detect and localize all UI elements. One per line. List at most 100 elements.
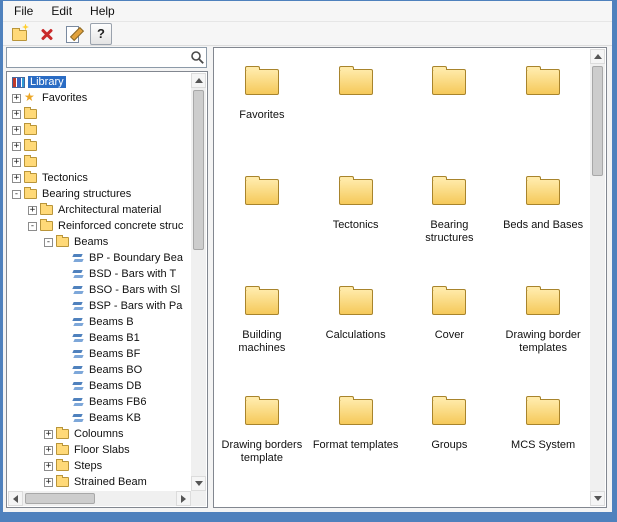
tree-vertical-scrollbar[interactable]: [191, 73, 206, 491]
folder-content-panel: Favorites Tectonics Bearing structures B…: [213, 47, 607, 508]
tree-item-floor-slabs[interactable]: + Floor Slabs: [8, 442, 191, 458]
scrollbar-thumb[interactable]: [193, 90, 204, 250]
grid-item-beds-and-bases[interactable]: Beds and Bases: [496, 171, 590, 281]
grid-item-bearing-structures[interactable]: Bearing structures: [403, 171, 497, 281]
tree-item-coloumns[interactable]: + Coloumns: [8, 426, 191, 442]
tree-item-folder[interactable]: +: [8, 122, 191, 138]
beam-icon: [72, 413, 84, 424]
tree-item-label: Beams DB: [89, 380, 142, 392]
help-button[interactable]: ?: [90, 22, 112, 45]
grid-item-folder[interactable]: [496, 61, 590, 171]
grid-item-label: Drawing border templates: [505, 329, 581, 354]
tree-item-strained-beam[interactable]: + Strained Beam: [8, 474, 191, 490]
tree-item-reinforced-concrete[interactable]: - Reinforced concrete struc: [8, 218, 191, 234]
tree-item-folder[interactable]: +: [8, 106, 191, 122]
grid-item-drawing-border-templates[interactable]: Drawing border templates: [496, 281, 590, 391]
tree-item-label: Steps: [74, 460, 103, 472]
grid-item-favorites[interactable]: Favorites: [215, 61, 309, 171]
grid-item-tectonics[interactable]: Tectonics: [309, 171, 403, 281]
menu-file[interactable]: File: [5, 2, 42, 20]
grid-item-folder[interactable]: [215, 171, 309, 281]
folder-icon: [56, 475, 69, 487]
grid-item-calculations[interactable]: Calculations: [309, 281, 403, 391]
grid-item-building-machines[interactable]: Building machines: [215, 281, 309, 391]
folder-icon: [432, 66, 467, 95]
beam-icon: [72, 269, 84, 280]
new-folder-icon: [12, 27, 27, 41]
menu-help[interactable]: Help: [81, 2, 124, 20]
edit-properties-button[interactable]: [63, 23, 85, 45]
expand-toggle[interactable]: -: [28, 221, 37, 231]
expand-toggle[interactable]: +: [12, 157, 21, 167]
tree-item-beam-type[interactable]: Beams DB: [8, 378, 191, 394]
expand-toggle[interactable]: +: [12, 93, 21, 103]
scroll-left-button[interactable]: [8, 491, 23, 506]
new-folder-button[interactable]: [9, 23, 31, 45]
delete-button[interactable]: [36, 23, 58, 45]
tree-item-tectonics[interactable]: + Tectonics: [8, 170, 191, 186]
scroll-right-button[interactable]: [176, 491, 191, 506]
scrollbar-thumb[interactable]: [592, 66, 603, 176]
scroll-down-button[interactable]: [191, 476, 206, 491]
expand-toggle[interactable]: -: [12, 189, 21, 199]
tree-item-beam-type[interactable]: BSP - Bars with Pa: [8, 298, 191, 314]
tree-item-beam-type[interactable]: Beams FB6: [8, 394, 191, 410]
expand-toggle[interactable]: +: [44, 461, 53, 471]
tree-item-beam-type[interactable]: BSD - Bars with T: [8, 266, 191, 282]
tree-item-favorites[interactable]: + Favorites: [8, 90, 191, 106]
tree-item-label: Architectural material: [58, 204, 162, 216]
expand-toggle[interactable]: +: [44, 445, 53, 455]
tree-item-library[interactable]: Library: [8, 74, 191, 90]
tree-item-label: Beams B: [89, 316, 134, 328]
grid-item-drawing-borders-template[interactable]: Drawing borders template: [215, 391, 309, 501]
tree-item-label: BSO - Bars with Sl: [89, 284, 181, 296]
folder-icon: [24, 171, 37, 183]
folder-icon: [244, 286, 279, 315]
grid-item-format-templates[interactable]: Format templates: [309, 391, 403, 501]
arrow-down-icon: [194, 481, 203, 486]
tree-item-beam-type[interactable]: Beams KB: [8, 410, 191, 426]
scroll-down-button[interactable]: [590, 491, 605, 506]
search-input[interactable]: [7, 48, 188, 67]
tree-item-folder[interactable]: +: [8, 154, 191, 170]
tree-item-steps[interactable]: + Steps: [8, 458, 191, 474]
folder-icon: [40, 219, 53, 231]
grid-item-cover[interactable]: Cover: [403, 281, 497, 391]
folder-icon: [24, 187, 37, 199]
tree-item-folder[interactable]: +: [8, 138, 191, 154]
tree-item-beam-type[interactable]: Beams B: [8, 314, 191, 330]
grid-item-label: MCS System: [511, 439, 576, 451]
scroll-up-button[interactable]: [590, 49, 605, 64]
tree-item-architectural-material[interactable]: + Architectural material: [8, 202, 191, 218]
tree-item-label: Favorites: [42, 92, 88, 104]
menu-edit[interactable]: Edit: [42, 2, 81, 20]
search-icon[interactable]: [188, 50, 206, 65]
tree-item-beam-type[interactable]: BSO - Bars with Sl: [8, 282, 191, 298]
content-vertical-scrollbar[interactable]: [590, 49, 605, 506]
tree-item-beam-type[interactable]: Beams BF: [8, 346, 191, 362]
tree-item-beam-type[interactable]: Beams B1: [8, 330, 191, 346]
tree-item-label: Bearing structures: [42, 188, 132, 200]
expand-toggle[interactable]: +: [12, 125, 21, 135]
tree-item-beam-type[interactable]: Beams BO: [8, 362, 191, 378]
tree-item-bearing-structures[interactable]: - Bearing structures: [8, 186, 191, 202]
grid-item-groups[interactable]: Groups: [403, 391, 497, 501]
expand-toggle[interactable]: +: [12, 173, 21, 183]
grid-item-mcs-system[interactable]: MCS System: [496, 391, 590, 501]
expand-toggle[interactable]: +: [44, 429, 53, 439]
expand-toggle[interactable]: +: [44, 477, 53, 487]
tree-item-beam-type[interactable]: BP - Boundary Bea: [8, 250, 191, 266]
grid-item-label: Calculations: [325, 329, 386, 341]
expand-toggle[interactable]: +: [12, 141, 21, 151]
scrollbar-thumb[interactable]: [25, 493, 95, 504]
tree-item-beams[interactable]: - Beams: [8, 234, 191, 250]
toolbar: ?: [3, 22, 612, 46]
grid-item-folder[interactable]: [403, 61, 497, 171]
folder-icon: [56, 235, 69, 247]
expand-toggle[interactable]: +: [28, 205, 37, 215]
expand-toggle[interactable]: +: [12, 109, 21, 119]
expand-toggle[interactable]: -: [44, 237, 53, 247]
tree-horizontal-scrollbar[interactable]: [8, 491, 191, 506]
scroll-up-button[interactable]: [191, 73, 206, 88]
grid-item-folder[interactable]: [309, 61, 403, 171]
